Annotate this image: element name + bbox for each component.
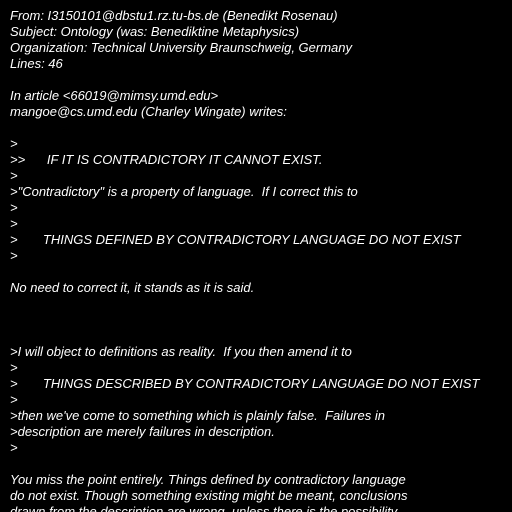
quoted-line: >description are merely failures in desc…: [10, 424, 275, 439]
attribution-line: In article <66019@mimsy.umd.edu>: [10, 88, 219, 103]
quoted-line: >: [10, 136, 18, 151]
quoted-line: > THINGS DESCRIBED BY CONTRADICTORY LANG…: [10, 376, 480, 391]
quoted-line: >: [10, 248, 18, 263]
quoted-line: >: [10, 392, 18, 407]
attribution-line: mangoe@cs.umd.edu (Charley Wingate) writ…: [10, 104, 287, 119]
quoted-line: >: [10, 360, 18, 375]
quoted-line: >: [10, 216, 18, 231]
header-lines: Lines: 46: [10, 56, 63, 71]
quoted-line: >> IF IT IS CONTRADICTORY IT CANNOT EXIS…: [10, 152, 323, 167]
body-line: You miss the point entirely. Things defi…: [10, 472, 406, 487]
quoted-line: >I will object to definitions as reality…: [10, 344, 352, 359]
header-subject: Subject: Ontology (was: Benediktine Meta…: [10, 24, 300, 39]
body-line: drawn from the description are wrong, un…: [10, 504, 398, 512]
quoted-line: >"Contradictory" is a property of langua…: [10, 184, 358, 199]
quoted-line: >: [10, 200, 18, 215]
quoted-line: > THINGS DEFINED BY CONTRADICTORY LANGUA…: [10, 232, 461, 247]
header-organization: Organization: Technical University Braun…: [10, 40, 353, 55]
body-line: do not exist. Though something existing …: [10, 488, 408, 503]
message-viewer: From: I3150101@dbstu1.rz.tu-bs.de (Bened…: [0, 0, 512, 512]
quoted-line: >: [10, 440, 18, 455]
body-line: No need to correct it, it stands as it i…: [10, 280, 255, 295]
quoted-line: >then we've come to something which is p…: [10, 408, 385, 423]
header-from: From: I3150101@dbstu1.rz.tu-bs.de (Bened…: [10, 8, 338, 23]
quoted-line: >: [10, 168, 18, 183]
